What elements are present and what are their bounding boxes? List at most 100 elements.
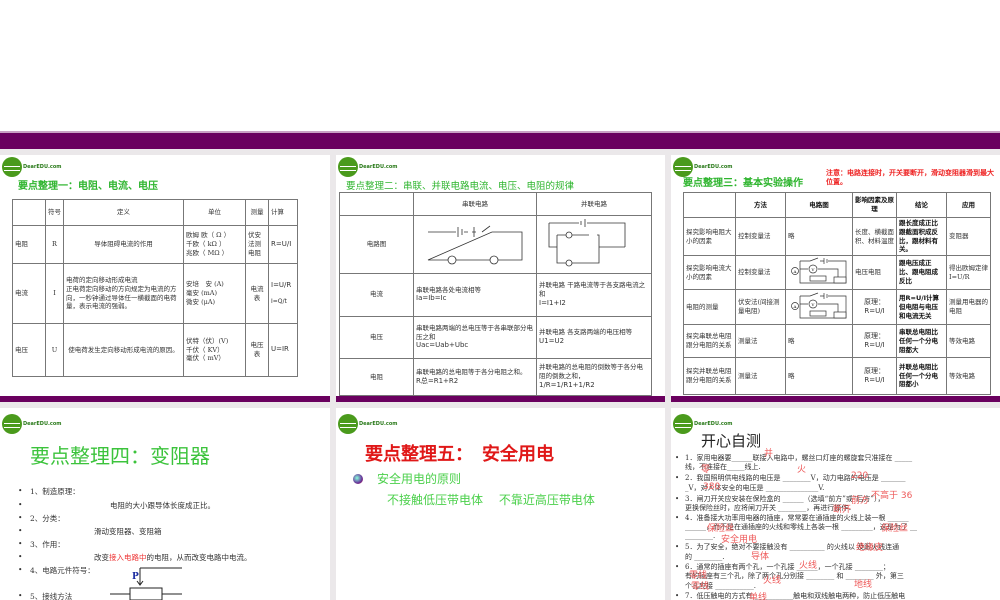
- quiz-line: 6．通常的插座有两个孔，一个孔接 ______，一个孔接 ________；: [685, 563, 890, 571]
- bullet-icon: •: [675, 563, 680, 571]
- table-cell: 控制变量法: [735, 255, 786, 291]
- quiz-line: ________.: [685, 532, 716, 540]
- formula: R=U/I: [268, 225, 298, 264]
- circuit-diagram-icon: AV: [791, 292, 847, 319]
- header-cell: 影响因素及原理: [852, 191, 897, 219]
- table-cell: 等效电路: [946, 324, 991, 359]
- table-cell: 探究影响电阻大小的因素: [683, 217, 736, 257]
- header-cell: 定义: [63, 199, 184, 226]
- header-cell: 结论: [896, 191, 947, 219]
- table-cell: 探究串联总电阻跟分电阻的关系: [683, 324, 736, 359]
- series-rule: 串联电路两端的总电压等于各串联部分电压之和 Uac=Uab+Ubc: [413, 315, 537, 359]
- table-row: 探究并联总电阻跟分电阻的关系 测量法略原理：R=U/I 并联总电阻比任何一个分电阻都…: [683, 357, 991, 395]
- table-cell: 跟电压成正比、跟电阻成反比: [896, 255, 947, 291]
- table-cell: 探究并联总电阻跟分电阻的关系: [683, 357, 736, 395]
- svg-text:V: V: [811, 267, 815, 272]
- series-rule: 串联电路各处电流相等 Ia=Ib=Ic: [413, 272, 537, 317]
- svg-text:P: P: [132, 572, 139, 582]
- handwritten-answer: 断开: [833, 505, 852, 515]
- logo: DearEDU.com: [338, 157, 398, 177]
- series-circuit-diagram: [413, 215, 537, 274]
- slide-6[interactable]: DearEDU.com 开心自测 1．家用电器要______联接入电路中，螺丝口…: [671, 408, 1000, 600]
- handwritten-answer: 零线: [691, 582, 710, 592]
- table-cell: 原理：R=U/I: [852, 324, 897, 359]
- note-text: 注意：电路连接时，开关要断开，滑动变阻器滑到最大位置。: [826, 169, 994, 187]
- header-cell: 符号: [45, 199, 64, 226]
- table-cell: 测量法: [735, 324, 786, 359]
- slide-title: 要点整理二：串联、并联电路电流、电压、电阻的规律: [346, 181, 575, 192]
- row-label: 电阻: [12, 225, 46, 264]
- slide-title: 开心自测: [701, 432, 762, 450]
- slide-title: 要点整理三：基本实验操作: [683, 178, 803, 189]
- formula: U=IR: [268, 323, 298, 377]
- svg-text:A: A: [793, 269, 797, 274]
- header-cell: 测量: [245, 199, 269, 226]
- circuit-rules-table: 串联电路 并联电路 电路图 电流 串联电路各处电流相等 Ia=Ib=Ic 并联电路 干路…: [339, 192, 652, 397]
- handwritten-answer: 220: [851, 471, 869, 481]
- bullet-icon: •: [675, 543, 680, 551]
- table-row: 电阻的测量 伏安法(间接测量电阻) A V 原理：R=U/I 用R=U/I计算但电阻与电压…: [683, 289, 991, 326]
- properties-table: 符号 定义 单位 测量 计算 电阻 R 导体阻碍电流的作用 欧姆 欧（ Ω ）千欧（ kΩ ）…: [12, 199, 298, 377]
- table-cell: AV: [785, 289, 853, 326]
- slide-2[interactable]: DearEDU.com 要点整理二：串联、并联电路电流、电压、电阻的规律 串联电…: [336, 155, 665, 402]
- row-label: 电流: [339, 272, 414, 317]
- bullet-text: 安全用电的原则: [377, 472, 462, 486]
- slide-1[interactable]: DearEDU.com 要点整理一：电阻、电流、电压 符号 定义 单位 测量 计算 电阻…: [0, 155, 330, 402]
- table-row: 探究影响电流大小的因素 控制变量法 A V 电压电阻 跟电压成正比、跟电阻成反比 得出欧姆定…: [683, 255, 991, 291]
- slide-footer-bar: [336, 396, 665, 402]
- header-cell: [12, 199, 46, 226]
- slide-title: 要点整理一：电阻、电流、电压: [18, 181, 158, 192]
- slide-3[interactable]: DearEDU.com 要点整理三：基本实验操作 注意：电路连接时，开关要断开，…: [671, 155, 1000, 402]
- slide-5[interactable]: DearEDU.com 要点整理五： 安全用电 安全用电的原则 不接触低压带电体…: [336, 408, 665, 600]
- quiz-line: 7．低压触电的方式有 ___________触电和双线触电两种，防止低压触电: [685, 592, 906, 600]
- bullet-icon: [353, 474, 363, 484]
- table-cell: 电压电阻: [852, 255, 897, 291]
- units: 欧姆 欧（ Ω ）千欧（ kΩ ）兆欧（ MΩ ）: [183, 225, 246, 264]
- table-cell: 并联总电阻比任何一个分电阻都小: [896, 357, 947, 395]
- measurement: 电压表: [245, 323, 269, 377]
- table-cell: 伏安法(间接测量电阻): [735, 289, 786, 326]
- row-label: 电路图: [339, 215, 414, 274]
- experiments-table: 方法 电路图 影响因素及原理 结论 应用 探究影响电阻大小的因素 控制变量法略长度、横截面…: [683, 191, 991, 395]
- table-cell: 长度、横截面积、材料温度: [852, 217, 897, 257]
- header-cell: 单位: [183, 199, 246, 226]
- handwritten-answer: 380: [703, 482, 721, 492]
- series-rule: 串联电路的总电阻等于各分电阻之和。 R总=R1+R2: [413, 357, 537, 397]
- measurement: 电流表: [245, 263, 269, 324]
- bullet-icon: •: [675, 474, 680, 482]
- handwritten-answer: 保险丝: [881, 524, 909, 534]
- handwritten-answer: 并: [764, 449, 774, 459]
- header-cell: 应用: [946, 191, 991, 219]
- row-label: 电压: [12, 323, 46, 377]
- row-label: 电阻: [339, 357, 414, 397]
- handwritten-answer: 火线: [763, 576, 782, 586]
- slide-footer-bar: [0, 396, 330, 402]
- header-cell: 计算: [268, 199, 298, 226]
- header-cell: 电路图: [785, 191, 853, 219]
- header-cell: 并联电路: [536, 192, 652, 216]
- bullet-icon: •: [675, 514, 680, 522]
- parallel-circuit-diagram: [536, 215, 652, 274]
- logo: DearEDU.com: [338, 414, 398, 434]
- handwritten-answer: 单线: [749, 593, 768, 600]
- parallel-rule: 并联电路 干路电流等于各支路电流之和 I=I1+I2: [536, 272, 652, 317]
- table-row: 探究影响电阻大小的因素 控制变量法略长度、横截面积、材料温度 跟长度成正比跟截面积成…: [683, 217, 991, 257]
- rheostat-symbol-icon: P: [110, 567, 182, 600]
- symbol: R: [45, 225, 64, 264]
- bullet-icon: •: [675, 454, 680, 462]
- quiz-line: 的 ________.: [685, 553, 725, 561]
- bullet-icon: •: [675, 495, 680, 503]
- handwritten-answer: 绝缘皮: [856, 543, 884, 553]
- slide-4[interactable]: DearEDU.com 要点整理四：变阻器 1、制造原理： 电阻的大小跟导体长度…: [0, 408, 330, 600]
- handwritten-answer: 零: [701, 465, 711, 475]
- parallel-rule: 并联电路的总电阻的倒数等于各分电阻的倒数之和， 1/R=1/R1+1/R2: [536, 357, 652, 397]
- slide-title: 要点整理四：变阻器: [30, 444, 210, 468]
- slide-title: 要点整理五： 安全用电: [365, 444, 554, 465]
- table-row: 探究串联总电阻跟分电阻的关系 测量法略原理：R=U/I 串联总电阻比任何一个分电阻都…: [683, 324, 991, 359]
- table-cell: 测量用电器的电阻: [946, 289, 991, 326]
- table-cell: 略: [785, 357, 853, 395]
- table-cell: 原理：R=U/I: [852, 357, 897, 395]
- parallel-rule: 并联电路 各支路两端的电压相等 U1=U2: [536, 315, 652, 359]
- symbol: U: [45, 323, 64, 377]
- quiz-line: 更换保险丝时，应将闸刀开关 ________，再进行操作．: [685, 504, 856, 512]
